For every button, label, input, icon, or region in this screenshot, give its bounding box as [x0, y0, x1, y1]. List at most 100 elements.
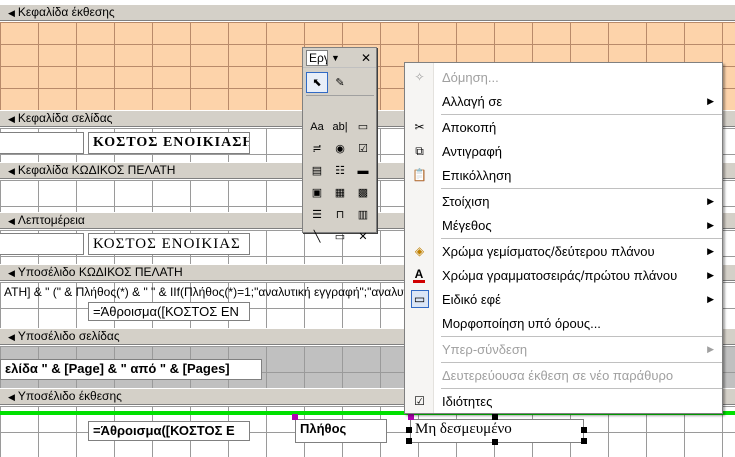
copy-icon: ⧉: [415, 143, 424, 158]
menu-item-copy[interactable]: ⧉ Αντιγραφή: [405, 139, 722, 163]
bound-object-frame-icon[interactable]: ▩: [352, 182, 374, 203]
resize-handle[interactable]: [406, 438, 412, 444]
resize-handle[interactable]: [581, 427, 587, 433]
toolbox-title: Εργ: [306, 49, 328, 66]
menu-item-label: Μορφοποίηση υπό όρους...: [442, 315, 601, 331]
select-objects-icon[interactable]: ⬉: [306, 72, 328, 93]
menu-item-conditional-formatting[interactable]: Μορφοποίηση υπό όρους...: [405, 311, 722, 335]
menu-item-label: Αποκοπή: [442, 119, 497, 135]
empty-icon: [405, 311, 434, 335]
menu-item-subreport-new-window[interactable]: Δευτερεύουσα έκθεση σε νέο παράθυρο: [405, 363, 722, 387]
menu-item-label: Υπερ-σύνδεση: [442, 341, 528, 357]
empty-icon: [405, 89, 434, 113]
menu-item-label: Επικόλληση: [442, 167, 512, 183]
submenu-arrow-icon: ▶: [707, 293, 714, 304]
section-label: Κεφαλίδα σελίδας: [17, 111, 113, 125]
section-label: Υποσέλιδο σελίδας: [17, 329, 120, 343]
toolbox-titlebar[interactable]: Εργ ▼ ✕: [303, 48, 376, 68]
menu-item-label: Ειδικό εφέ: [442, 291, 501, 307]
menu-item-label: Χρώμα γεμίσματος/δεύτερου πλάνου: [442, 243, 655, 259]
section-label: Κεφαλίδα έκθεσης: [17, 5, 115, 19]
report-footer-sum-textbox[interactable]: =Άθροισμα([ΚΟΣΤΟΣ Ε: [88, 421, 250, 441]
build-icon: ✧: [414, 70, 425, 84]
option-group-icon[interactable]: ▭: [352, 116, 374, 137]
textbox-tool-icon[interactable]: ab|: [329, 116, 351, 137]
resize-handle[interactable]: [292, 414, 298, 420]
menu-item-paste[interactable]: 📋 Επικόλληση: [405, 163, 722, 187]
chevron-down-icon[interactable]: ▼: [331, 53, 340, 63]
menu-item-change-to[interactable]: Αλλαγή σε ▶: [405, 89, 722, 113]
menu-item-label: Χρώμα γραμματοσειράς/πρώτου πλάνου: [442, 267, 678, 283]
combo-box-icon[interactable]: ▤: [306, 160, 328, 181]
tab-control-icon[interactable]: ⊓: [329, 204, 351, 225]
page-number-textbox[interactable]: ελίδα " & [Page] & " από " & [Pages]: [0, 359, 262, 380]
properties-icon: ☑: [414, 394, 425, 408]
toolbox-window[interactable]: Εργ ▼ ✕ ⬉ ✎ Aa ab| ▭ ≓ ◉ ☑ ▤ ☷ ▬ ▣ ▦ ▩ ☰ ⊓ ▥ ╲ ▭ ✕: [302, 47, 377, 243]
section-arrow-icon: ◀: [8, 392, 15, 402]
menu-item-special-effect[interactable]: ▭ Ειδικό εφέ ▶: [405, 287, 722, 311]
menu-item-label: Στοίχιση: [442, 193, 490, 209]
toggle-button-icon[interactable]: ≓: [306, 138, 328, 159]
submenu-arrow-icon: ▶: [707, 245, 714, 256]
menu-item-font-color[interactable]: A Χρώμα γραμματοσειράς/πρώτου πλάνου ▶: [405, 263, 722, 287]
close-icon[interactable]: ✕: [359, 51, 373, 65]
menu-item-size[interactable]: Μέγεθος ▶: [405, 213, 722, 237]
section-label: Υποσέλιδο ΚΩΔΙΚΟΣ ΠΕΛΑΤΗ: [17, 265, 183, 279]
section-arrow-icon: ◀: [8, 114, 15, 124]
section-label: Υποσέλιδο έκθεσης: [17, 389, 122, 403]
section-label: Κεφαλίδα ΚΩΔΙΚΟΣ ΠΕΛΑΤΗ: [17, 163, 176, 177]
menu-item-label: Αλλαγή σε: [442, 93, 503, 109]
section-bar-report-header[interactable]: ◀ Κεφαλίδα έκθεσης: [0, 4, 735, 21]
empty-icon: [405, 213, 434, 237]
menu-item-align[interactable]: Στοίχιση ▶: [405, 189, 722, 213]
font-color-icon: A: [413, 267, 425, 283]
submenu-arrow-icon: ▶: [707, 195, 714, 206]
page-header-blank-label[interactable]: [0, 132, 84, 154]
report-footer-count-label[interactable]: Πλήθος: [295, 419, 387, 443]
image-tool-icon[interactable]: ▣: [306, 182, 328, 203]
subform-icon[interactable]: ▥: [352, 204, 374, 225]
submenu-arrow-icon: ▶: [707, 269, 714, 280]
control-wizards-icon[interactable]: ✎: [329, 72, 351, 93]
resize-handle[interactable]: [406, 427, 412, 433]
menu-item-fill-color[interactable]: ◈ Χρώμα γεμίσματος/δεύτερου πλάνου ▶: [405, 239, 722, 263]
label-tool-icon[interactable]: Aa: [306, 116, 328, 137]
group-footer-sum-textbox[interactable]: =Άθροισμα([ΚΟΣΤΟΣ ΕΝ: [88, 302, 250, 321]
menu-item-label: Δευτερεύουσα έκθεση σε νέο παράθυρο: [442, 367, 674, 383]
menu-item-label: Αντιγραφή: [442, 143, 503, 159]
submenu-arrow-icon: ▶: [707, 95, 714, 106]
menu-item-properties[interactable]: ☑ Ιδιότητες: [405, 389, 722, 413]
submenu-arrow-icon: ▶: [707, 343, 714, 354]
menu-item-build[interactable]: ✧ Δόμηση...: [405, 65, 722, 89]
scissors-icon: ✂: [414, 120, 425, 134]
empty-icon: [405, 337, 434, 361]
detail-title-textbox[interactable]: ΚΟΣΤΟΣ ΕΝΟΙΚΙΑΣ: [88, 233, 250, 255]
section-label: Λεπτομέρεια: [17, 213, 85, 227]
list-box-icon[interactable]: ☷: [329, 160, 351, 181]
resize-handle[interactable]: [492, 439, 498, 445]
resize-handle[interactable]: [581, 438, 587, 444]
unbound-object-frame-icon[interactable]: ▦: [329, 182, 351, 203]
section-arrow-icon: ◀: [8, 332, 15, 342]
rectangle-tool-icon[interactable]: ▭: [329, 226, 351, 247]
page-header-title-label[interactable]: ΚΟΣΤΟΣ ΕΝΟΙΚΙΑΣΗΣ: [88, 132, 250, 154]
resize-handle[interactable]: [408, 414, 414, 420]
detail-blank-textbox[interactable]: [0, 233, 84, 255]
menu-item-label: Ιδιότητες: [442, 393, 493, 409]
option-button-icon[interactable]: ◉: [329, 138, 351, 159]
section-arrow-icon: ◀: [8, 268, 15, 278]
checkbox-tool-icon[interactable]: ☑: [352, 138, 374, 159]
menu-item-cut[interactable]: ✂ Αποκοπή: [405, 115, 722, 139]
group-footer-count-formula[interactable]: ΑΤΗ] & " (" & Πλήθος(*) & " " & IIf(Πλήθ…: [0, 284, 404, 301]
section-arrow-icon: ◀: [8, 8, 15, 18]
menu-item-hyperlink[interactable]: Υπερ-σύνδεση ▶: [405, 337, 722, 361]
page-break-icon[interactable]: ☰: [306, 204, 328, 225]
clipboard-icon: 📋: [412, 168, 427, 182]
more-controls-icon[interactable]: ✕: [352, 226, 374, 247]
line-tool-icon[interactable]: ╲: [306, 226, 328, 247]
empty-icon: [405, 189, 434, 213]
special-effect-icon: ▭: [410, 290, 429, 308]
context-menu[interactable]: ✧ Δόμηση... Αλλαγή σε ▶ ✂ Αποκοπή ⧉ Αντι…: [404, 62, 723, 414]
command-button-icon[interactable]: ▬: [352, 160, 374, 181]
resize-handle[interactable]: [492, 414, 498, 420]
